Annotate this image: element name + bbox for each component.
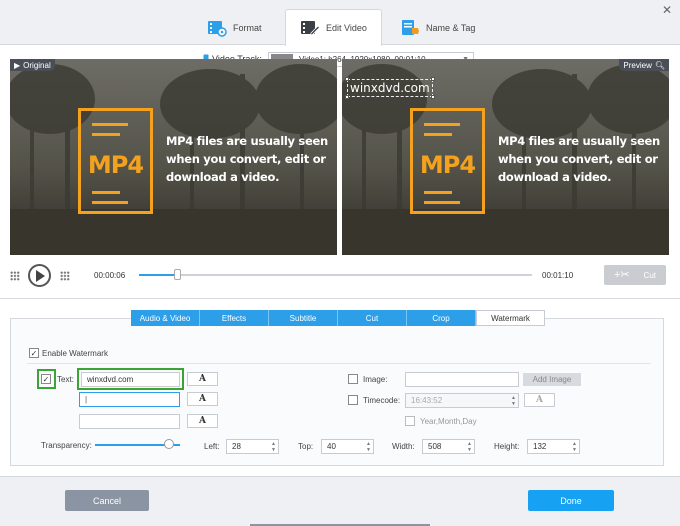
resize-handle[interactable] — [345, 77, 349, 81]
text-checkbox[interactable]: ✓ — [41, 374, 51, 384]
grid-icon[interactable] — [60, 271, 70, 281]
font-button-line3[interactable]: A — [187, 414, 218, 428]
tab-name-tag[interactable]: Name & Tag — [400, 9, 475, 46]
timecode-input[interactable]: 16:43:52 ▲ ▼ — [405, 393, 519, 408]
timecode-font-button[interactable]: A — [524, 393, 555, 407]
mp4-text: MP4 — [87, 151, 144, 179]
mp4-text: MP4 — [419, 151, 476, 179]
spinner-arrows-icon: ▲ ▼ — [366, 441, 371, 453]
preview-pane: Preview 🔍︎ winxdvd.com MP4 MP4 files are… — [342, 59, 669, 255]
end-time: 00:01:10 — [542, 271, 574, 280]
add-image-button[interactable]: Add Image — [523, 373, 581, 386]
width-input[interactable]: 508 ▲ ▼ — [422, 439, 475, 454]
tab-format[interactable]: Format — [207, 9, 262, 46]
video-caption-preview: MP4 files are usually seen when you conv… — [498, 134, 660, 184]
watermark-overlay-text: winxdvd.com — [350, 81, 430, 95]
spinner-arrows-icon: ▲ ▼ — [511, 395, 516, 407]
left-input[interactable]: 28 ▲ ▼ — [226, 439, 279, 454]
play-button[interactable] — [28, 264, 51, 287]
playback-controls: 00:00:06 00:01:10 +✂ Cut — [0, 262, 680, 290]
preview-label: Preview — [623, 60, 652, 70]
timecode-value: 16:43:52 — [411, 396, 443, 405]
width-value: 508 — [428, 442, 442, 451]
image-label: Image: — [363, 375, 388, 384]
play-icon — [35, 269, 45, 282]
height-value: 132 — [533, 442, 547, 451]
image-checkbox[interactable] — [348, 374, 358, 384]
timeline-progress — [139, 274, 178, 276]
panel-separator — [27, 363, 651, 364]
cut-button[interactable]: +✂ Cut — [604, 265, 666, 285]
timeline-thumb[interactable] — [174, 269, 182, 280]
tab-watermark[interactable]: Watermark — [476, 310, 545, 326]
transparency-thumb[interactable] — [164, 439, 174, 449]
font-button[interactable]: A — [187, 372, 218, 386]
search-icon: 🔍︎ — [654, 60, 665, 70]
video-caption: MP4 files are usually seen when you conv… — [166, 134, 328, 184]
top-tab-bar: Format Edit Video Name & Tag ✕ — [0, 0, 680, 46]
tab-effects[interactable]: Effects — [200, 310, 269, 326]
edit-tabs: Audio & Video Effects Subtitle Cut Crop … — [131, 310, 545, 326]
spinner-arrows-icon: ▲ ▼ — [271, 441, 276, 453]
enable-watermark-label: Enable Watermark — [42, 349, 108, 358]
left-value: 28 — [232, 442, 241, 451]
original-label: Original — [23, 60, 51, 70]
scissors-icon: +✂ — [614, 269, 630, 281]
left-label: Left: — [204, 442, 220, 451]
tab-crop[interactable]: Crop — [407, 310, 476, 326]
height-label: Height: — [494, 442, 520, 451]
watermark-text-input[interactable]: winxdvd.com — [81, 372, 180, 387]
close-icon[interactable]: ✕ — [662, 3, 672, 17]
spinner-arrows-icon: ▲ ▼ — [467, 441, 472, 453]
mp4-file-graphic-preview: MP4 — [410, 108, 485, 214]
tag-document-icon — [400, 18, 420, 38]
current-time: 00:00:06 — [94, 271, 126, 280]
tab-audio-video[interactable]: Audio & Video — [131, 310, 200, 326]
section-divider — [0, 298, 680, 299]
film-settings-icon — [207, 18, 227, 38]
footer-bar: Cancel Done — [0, 476, 680, 526]
enable-watermark-checkbox[interactable]: ✓ — [29, 348, 39, 358]
resize-handle[interactable] — [345, 95, 349, 99]
tab-format-label: Format — [233, 22, 262, 33]
play-triangle-icon: ▶ — [14, 60, 21, 70]
timecode-checkbox[interactable] — [348, 395, 358, 405]
watermark-text-line2[interactable]: | — [79, 392, 180, 407]
resize-handle[interactable] — [430, 95, 435, 99]
timecode-label: Timecode: — [363, 396, 401, 405]
width-label: Width: — [392, 442, 415, 451]
mp4-file-graphic: MP4 — [78, 108, 153, 214]
top-label: Top: — [298, 442, 314, 451]
top-value: 40 — [327, 442, 336, 451]
height-input[interactable]: 132 ▲ ▼ — [527, 439, 580, 454]
watermark-overlay[interactable]: winxdvd.com — [345, 77, 435, 99]
film-edit-icon — [300, 18, 320, 38]
image-path-input[interactable] — [405, 372, 519, 387]
date-label: Year,Month,Day — [420, 417, 477, 426]
spinner-arrows-icon: ▲ ▼ — [572, 441, 577, 453]
top-input[interactable]: 40 ▲ ▼ — [321, 439, 374, 454]
done-button[interactable]: Done — [528, 490, 614, 511]
cancel-button[interactable]: Cancel — [65, 490, 149, 511]
resize-handle[interactable] — [430, 77, 435, 81]
text-label: Text: — [57, 375, 74, 384]
text-cursor: | — [85, 395, 88, 404]
cut-button-label: Cut — [643, 270, 656, 280]
watermark-text-line3[interactable] — [79, 414, 180, 429]
tab-name-tag-label: Name & Tag — [426, 22, 476, 33]
tab-edit-video[interactable]: Edit Video — [285, 9, 382, 46]
original-tag: ▶ Original — [10, 59, 55, 71]
date-checkbox[interactable] — [405, 416, 415, 426]
tab-subtitle[interactable]: Subtitle — [269, 310, 338, 326]
original-preview-pane: ▶ Original MP4 MP4 files are usually see… — [10, 59, 337, 255]
transparency-label: Transparency: — [41, 441, 92, 450]
timeline-slider[interactable] — [139, 269, 532, 280]
tab-edit-video-label: Edit Video — [326, 23, 367, 33]
font-button-line2[interactable]: A — [187, 392, 218, 406]
tab-cut[interactable]: Cut — [338, 310, 407, 326]
preview-tag: Preview 🔍︎ — [619, 59, 669, 71]
grid-icon[interactable] — [10, 271, 20, 281]
watermark-panel: ✓ Enable Watermark ✓ Text: winxdvd.com A… — [10, 318, 664, 466]
